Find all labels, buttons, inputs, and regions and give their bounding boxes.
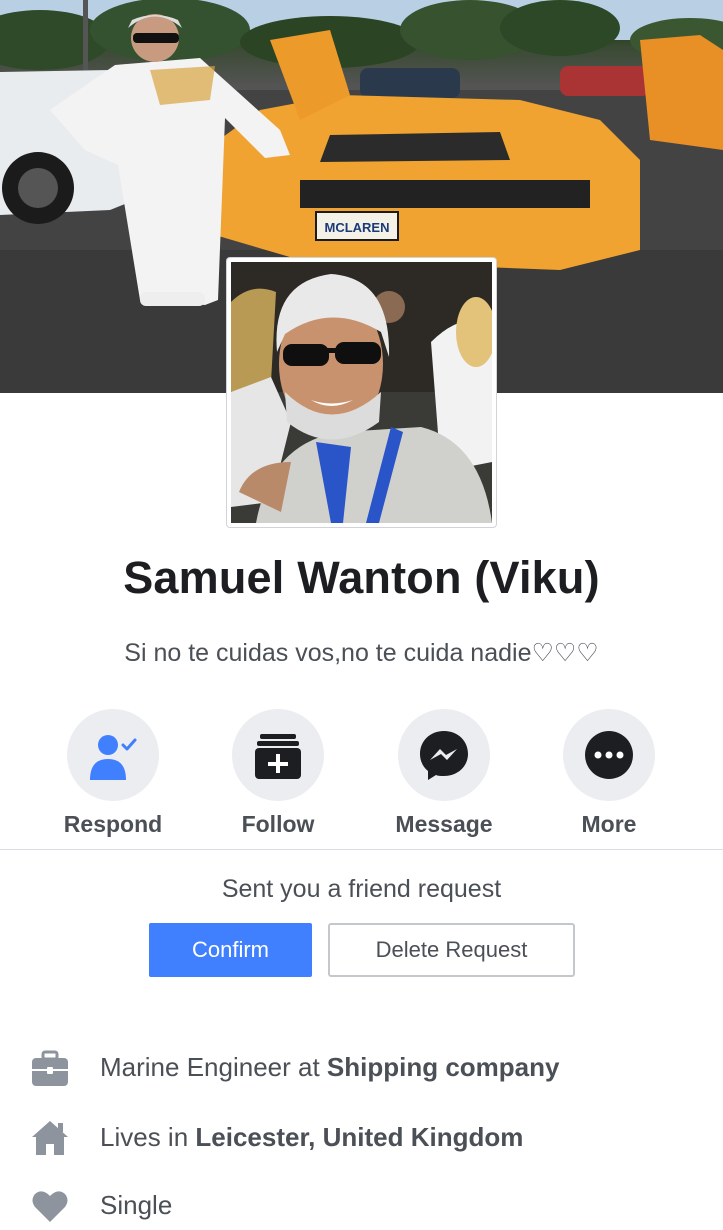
follow-circle (232, 709, 324, 801)
friend-request-text: Sent you a friend request (221, 875, 502, 903)
person-check-icon (90, 735, 137, 780)
follow-button[interactable]: Follow (208, 709, 348, 839)
profile-bio: Si no te cuidas vos,no te cuida nadie♡♡♡ (124, 639, 599, 667)
follow-label: Follow (241, 811, 315, 837)
work-text: Marine Engineer at Shipping company (100, 1052, 560, 1082)
confirm-button[interactable]: Confirm (149, 923, 312, 977)
respond-button[interactable]: Respond (43, 709, 183, 839)
info-relationship: Single (0, 1180, 723, 1230)
heart-icon (32, 1191, 68, 1222)
info-work: Marine Engineer at Shipping company (0, 1042, 723, 1092)
respond-circle (67, 709, 159, 801)
more-dots-icon (585, 731, 633, 779)
profile-picture[interactable] (227, 258, 496, 527)
more-circle (563, 709, 655, 801)
delete-request-button[interactable]: Delete Request (328, 923, 575, 977)
message-circle (398, 709, 490, 801)
follow-add-icon (255, 734, 301, 779)
home-text: Lives in Leicester, United Kingdom (100, 1122, 524, 1152)
message-button[interactable]: Message (374, 709, 514, 839)
messenger-icon (420, 731, 468, 780)
profile-picture-illustration (231, 262, 492, 523)
more-label: More (581, 811, 637, 837)
respond-label: Respond (63, 811, 163, 837)
profile-actions: Respond Follow Message More (0, 709, 723, 839)
more-button[interactable]: More (539, 709, 679, 839)
message-label: Message (395, 811, 493, 837)
divider (0, 849, 723, 850)
license-plate-text: MCLAREN (325, 220, 390, 235)
info-home: Lives in Leicester, United Kingdom (0, 1112, 723, 1162)
house-icon (32, 1121, 68, 1155)
relationship-text: Single (100, 1190, 173, 1220)
briefcase-icon (32, 1050, 68, 1086)
profile-name: Samuel Wanton (Viku) (123, 552, 600, 603)
